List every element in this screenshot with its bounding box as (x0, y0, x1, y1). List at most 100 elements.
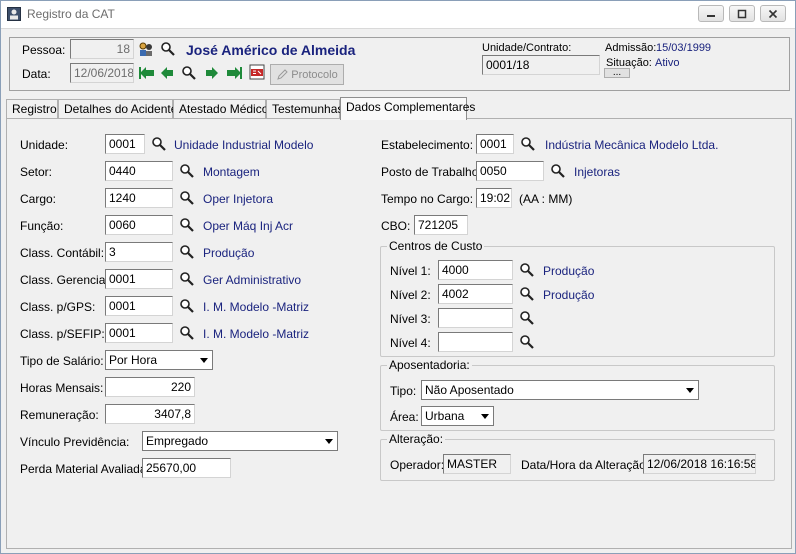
pencil-icon (277, 68, 288, 80)
nivel2-label: Nível 2: (390, 288, 431, 302)
report-icon[interactable] (249, 64, 265, 80)
prev-record-icon[interactable] (160, 66, 176, 82)
estabelecimento-code-field[interactable]: 0001 (476, 134, 514, 154)
posto-trabalho-desc: Injetoras (574, 165, 621, 179)
data-field[interactable]: 12/06/2018 (70, 63, 134, 83)
nivel1-code-field[interactable]: 4000 (438, 260, 513, 280)
close-button[interactable] (760, 5, 786, 22)
tipo-salario-select[interactable]: Por Hora (105, 350, 213, 370)
search-person-icon[interactable] (160, 41, 176, 57)
maximize-button[interactable] (729, 5, 755, 22)
cargo-code-field[interactable]: 1240 (105, 188, 173, 208)
vinculo-select[interactable]: Empregado (142, 431, 338, 451)
funcao-desc: Oper Máq Inj Acr (203, 219, 294, 233)
class-sefip-desc: I. M. Modelo -Matriz (203, 327, 310, 341)
tab-atestado-medico[interactable]: Atestado Médico (173, 99, 268, 119)
alteracao-title: Alteração: (387, 432, 446, 446)
tempo-cargo-unit: (AA : MM) (519, 192, 573, 206)
class-contabil-code-field[interactable]: 3 (105, 242, 173, 262)
unidade-code-field[interactable]: 0001 (105, 134, 145, 154)
unidade-label: Unidade: (20, 138, 69, 152)
chevron-down-icon[interactable] (681, 381, 698, 399)
admissao-label: Admissão: (605, 42, 657, 54)
protocolo-button[interactable]: Protocolo (270, 64, 344, 85)
estabelecimento-label: Estabelecimento: (381, 138, 474, 152)
search-icon[interactable] (179, 244, 195, 260)
tempo-cargo-field[interactable]: 19:02 (476, 188, 512, 208)
tab-detalhes-acidente[interactable]: Detalhes do Acidente (58, 99, 177, 119)
tab-dados-complementares[interactable]: Dados Complementares (340, 97, 475, 120)
search-icon[interactable] (520, 136, 536, 152)
search-icon[interactable] (550, 163, 566, 179)
nivel3-code-field[interactable] (438, 308, 513, 328)
data-label: Data: (22, 67, 51, 81)
aposentadoria-area-select[interactable]: Urbana (421, 406, 494, 426)
operador-label: Operador: (390, 458, 445, 472)
estabelecimento-desc: Indústria Mecânica Modelo Ltda. (545, 138, 719, 152)
horas-mensais-field[interactable]: 220 (105, 377, 195, 397)
centros-custo-group: Centros de Custo Nível 1: 4000 Produção … (380, 239, 775, 357)
aposentadoria-tipo-select[interactable]: Não Aposentado (421, 380, 699, 400)
perda-material-field[interactable]: 25670,00 (142, 458, 231, 478)
search-icon[interactable] (179, 163, 195, 179)
aposentadoria-tipo-label: Tipo: (390, 384, 417, 398)
chevron-down-icon[interactable] (320, 432, 337, 450)
datahora-field[interactable]: 12/06/2018 16:16:58 (643, 454, 756, 474)
posto-trabalho-label: Posto de Trabalho: (381, 165, 482, 179)
dados-complementares-panel: Unidade: 0001 Unidade Industrial Modelo … (6, 118, 792, 549)
unidade-contrato-field[interactable]: 0001/18 (482, 55, 600, 75)
dots-button[interactable]: ... (604, 68, 630, 78)
aposentadoria-tipo-value: Não Aposentado (425, 383, 514, 397)
class-gps-desc: I. M. Modelo -Matriz (203, 300, 310, 314)
close-icon (768, 9, 778, 18)
unidade-contrato-label: Unidade/Contrato: (482, 42, 572, 54)
pessoa-code-field[interactable]: 18 (70, 39, 134, 59)
search-icon[interactable] (519, 310, 535, 326)
funcao-code-field[interactable]: 0060 (105, 215, 173, 235)
nivel4-code-field[interactable] (438, 332, 513, 352)
aposentadoria-title: Aposentadoria: (387, 358, 472, 372)
search-icon[interactable] (179, 190, 195, 206)
search-icon[interactable] (519, 334, 535, 350)
first-record-icon[interactable] (139, 66, 155, 82)
perda-material-label: Perda Material Avaliada: (20, 462, 150, 476)
class-gps-code-field[interactable]: 0001 (105, 296, 173, 316)
person-name: José Américo de Almeida (186, 42, 356, 58)
nivel2-code-field[interactable]: 4002 (438, 284, 513, 304)
cat-window: Registro da CAT Pessoa: 18 José Américo … (0, 0, 796, 554)
search-icon[interactable] (179, 271, 195, 287)
search-icon[interactable] (179, 325, 195, 341)
next-record-icon[interactable] (205, 66, 221, 82)
horas-mensais-label: Horas Mensais: (20, 381, 104, 395)
tipo-salario-value: Por Hora (109, 353, 158, 367)
centros-custo-title: Centros de Custo (387, 239, 485, 253)
setor-code-field[interactable]: 0440 (105, 161, 173, 181)
header-panel: Pessoa: 18 José Américo de Almeida Data:… (9, 37, 790, 91)
situacao-value: Ativo (655, 57, 680, 69)
operador-field[interactable]: MASTER (443, 454, 511, 474)
chevron-down-icon[interactable] (476, 407, 493, 425)
cbo-field[interactable]: 721205 (414, 215, 468, 235)
class-sefip-code-field[interactable]: 0001 (105, 323, 173, 343)
search-record-icon[interactable] (181, 65, 197, 81)
search-icon[interactable] (519, 286, 535, 302)
cargo-label: Cargo: (20, 192, 57, 206)
search-icon[interactable] (519, 262, 535, 278)
alteracao-group: Alteração: Operador: MASTER Data/Hora da… (380, 432, 775, 481)
remuneracao-field[interactable]: 3407,8 (105, 404, 195, 424)
search-icon[interactable] (151, 136, 167, 152)
nivel2-desc: Produção (543, 288, 595, 302)
last-record-icon[interactable] (226, 66, 242, 82)
app-icon (7, 7, 21, 21)
minimize-button[interactable] (698, 5, 724, 22)
people-icon[interactable] (138, 41, 154, 57)
posto-trabalho-code-field[interactable]: 0050 (476, 161, 544, 181)
remuneracao-label: Remuneração: (20, 408, 99, 422)
chevron-down-icon[interactable] (195, 351, 212, 369)
search-icon[interactable] (179, 217, 195, 233)
tab-registro[interactable]: Registro (6, 99, 58, 119)
class-gps-label: Class. p/GPS: (20, 300, 96, 314)
tab-testemunhas[interactable]: Testemunhas (266, 99, 343, 119)
class-gerencial-code-field[interactable]: 0001 (105, 269, 173, 289)
search-icon[interactable] (179, 298, 195, 314)
